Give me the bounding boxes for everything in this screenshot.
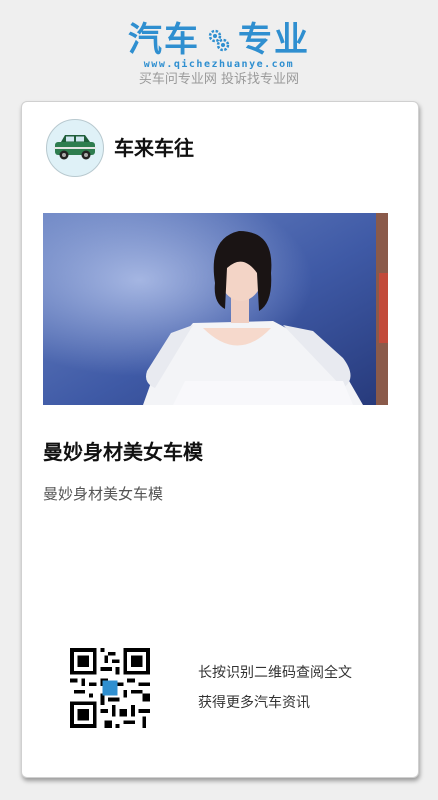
hero-image[interactable]: [43, 213, 388, 405]
brand-logo-right: 专业: [238, 20, 310, 60]
article-card[interactable]: 车来车往 曼妙身材美女车模 曼妙身材美女车模 长按识别二维码查阅全文 获得更多汽…: [21, 101, 419, 778]
car-icon: [54, 135, 96, 160]
brand-logo-left: 汽车: [128, 20, 200, 60]
author-avatar[interactable]: [46, 119, 104, 177]
gear-icon: [208, 29, 230, 52]
hero-photo: [43, 213, 388, 405]
article-summary: 曼妙身材美女车模: [43, 485, 164, 503]
article-title: 曼妙身材美女车模: [43, 440, 203, 464]
brand-url: www.qichezhuanye.com: [143, 59, 295, 70]
qr-caption-line2: 获得更多汽车资讯: [198, 695, 310, 711]
author-name[interactable]: 车来车往: [114, 136, 194, 160]
qr-caption-line1: 长按识别二维码查阅全文: [198, 665, 352, 681]
brand-logo: 汽车 专业: [0, 20, 438, 60]
qr-code-icon[interactable]: [70, 648, 150, 728]
brand-tagline: 买车问专业网 投诉找专业网: [138, 72, 300, 87]
